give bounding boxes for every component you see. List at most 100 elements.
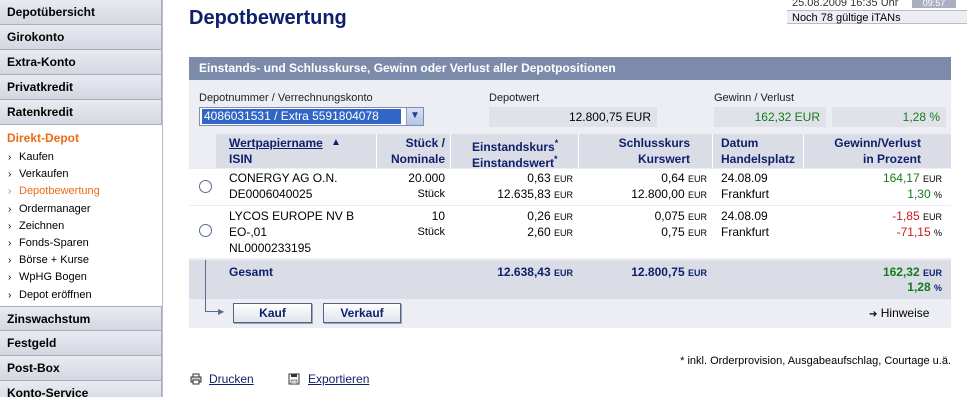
- total-label: Gesamt: [229, 265, 274, 279]
- arrow-icon: ›: [8, 237, 12, 249]
- subnav-fonds-sparen[interactable]: › Fonds-Sparen: [0, 235, 162, 252]
- itan-count: Noch 78 gültige iTANs: [787, 10, 967, 24]
- kurswert-value: 12.800,00 EUR: [631, 187, 707, 201]
- nav-ratenkredit[interactable]: Ratenkredit: [0, 100, 162, 125]
- einstandskurs-value: 0,63 EUR: [527, 171, 573, 185]
- arrow-icon: ›: [8, 169, 12, 181]
- chevron-down-icon[interactable]: ▼: [406, 108, 423, 125]
- nav-direkt-depot[interactable]: Direkt-Depot: [0, 125, 162, 149]
- depot-panel: Einstands- und Schlusskurse, Gewinn oder…: [189, 57, 951, 328]
- konto-label: Depotnummer / Verrechnungskonto: [199, 92, 373, 104]
- security-name: CONERGY AG O.N.: [229, 171, 338, 185]
- kurswert-value: 0,75 EUR: [661, 225, 707, 239]
- stueck-unit: Stück: [417, 226, 445, 238]
- subnav-label: Zeichnen: [19, 219, 65, 232]
- arrow-icon: ›: [8, 289, 12, 301]
- konto-select-value: 4086031531 / Extra 5591804078: [202, 109, 401, 124]
- gv-label: Gewinn / Verlust: [714, 92, 795, 104]
- col-handelsplatz: Handelsplatz: [721, 152, 796, 166]
- arrow-icon: ›: [8, 272, 12, 284]
- arrow-right-icon: ➔: [869, 309, 878, 320]
- subnav-label: Fonds-Sparen: [19, 236, 89, 249]
- subnav-label: Depot eröffnen: [19, 288, 92, 301]
- gv-value: 162,32 EUR: [714, 107, 826, 127]
- divider: [376, 134, 377, 168]
- col-gv-pct: in Prozent: [862, 152, 921, 166]
- handelsplatz-value: Frankfurt: [721, 225, 770, 239]
- datum-value: 24.08.09: [721, 209, 768, 223]
- session-timer: 09:57: [912, 0, 956, 8]
- sell-button[interactable]: Verkauf: [323, 303, 401, 323]
- export-link[interactable]: Exportieren: [308, 372, 369, 386]
- col-stueck: Stück /: [405, 136, 445, 150]
- depotwert-value: 12.800,75 EUR: [489, 107, 657, 127]
- security-isin: NL0000233195: [229, 241, 312, 255]
- save-icon[interactable]: [288, 373, 300, 385]
- divider: [712, 134, 713, 168]
- subnav-verkaufen[interactable]: › Verkaufen: [0, 166, 162, 183]
- einstandskurs-value: 0,26 EUR: [527, 209, 573, 223]
- subnav-ordermanager[interactable]: › Ordermanager: [0, 201, 162, 218]
- security-name-line2: EO-,01: [229, 225, 268, 239]
- row-radio[interactable]: [199, 224, 212, 237]
- arrow-icon: ›: [8, 152, 12, 163]
- security-isin: DE0006040025: [229, 187, 313, 201]
- nav-extra-konto[interactable]: Extra-Konto: [0, 50, 162, 75]
- subnav-label: Ordermanager: [19, 202, 91, 215]
- depotwert-label: Depotwert: [489, 92, 540, 104]
- subnav-label: WpHG Bogen: [19, 271, 87, 284]
- konto-select[interactable]: 4086031531 / Extra 5591804078 ▼: [199, 107, 424, 126]
- security-name: LYCOS EUROPE NV B: [229, 209, 355, 223]
- hints-link[interactable]: ➔ Hinweise: [869, 306, 929, 320]
- subnav-depot-eroeffnen[interactable]: › Depot eröffnen: [0, 287, 162, 304]
- arrow-icon: ›: [8, 220, 12, 232]
- subnav-kaufen[interactable]: › Kaufen: [0, 149, 162, 166]
- nav-privatkredit[interactable]: Privatkredit: [0, 75, 162, 100]
- gv-pct-value: -71,15 %: [896, 225, 942, 239]
- col-wertpapiername[interactable]: Wertpapiername: [229, 135, 323, 151]
- col-datum: Datum: [721, 136, 759, 150]
- row-radio[interactable]: [199, 180, 212, 193]
- col-einstandswert: Einstandswert*: [472, 154, 558, 170]
- col-kurswert: Kurswert: [637, 152, 690, 166]
- buy-button[interactable]: Kauf: [233, 303, 312, 323]
- nav-post-box[interactable]: Post-Box: [0, 355, 162, 381]
- arrow-icon: ›: [8, 203, 12, 215]
- nav-girokonto[interactable]: Girokonto: [0, 25, 162, 50]
- subnav-zeichnen[interactable]: › Zeichnen: [0, 218, 162, 235]
- stueck-value: 20.000: [408, 171, 445, 185]
- divider: [803, 134, 804, 168]
- page-title: Depotbewertung: [189, 7, 347, 29]
- gv-value: -1,85 EUR: [892, 209, 942, 223]
- total-kurswert: 12.800,75 EUR: [631, 265, 707, 279]
- footnote: * inkl. Orderprovision, Ausgabeaufschlag…: [680, 355, 951, 367]
- nav-depotuebersicht[interactable]: Depotübersicht: [0, 0, 162, 25]
- subnav-wphg-bogen[interactable]: › WpHG Bogen: [0, 269, 162, 286]
- subnav-boerse-kurse[interactable]: › Börse + Kurse: [0, 252, 162, 269]
- table-row: LYCOS EUROPE NV B EO-,01 NL0000233195 10…: [189, 206, 951, 258]
- gv-value: 164,17 EUR: [882, 171, 942, 185]
- table-row: CONERGY AG O.N. DE0006040025 20.000 Stüc…: [189, 169, 951, 205]
- stueck-value: 10: [431, 209, 445, 223]
- einstandswert-value: 2,60 EUR: [527, 225, 573, 239]
- arrow-right-icon: ▶: [218, 307, 225, 316]
- schlusskurs-value: 0,075 EUR: [654, 209, 707, 223]
- printer-icon[interactable]: [190, 373, 202, 385]
- nav-konto-service[interactable]: Konto-Service: [0, 380, 162, 397]
- col-isin: ISIN: [229, 152, 253, 166]
- total-row: Gesamt 12.638,43 EUR 12.800,75 EUR 162,3…: [189, 260, 951, 299]
- arrow-icon: ›: [8, 186, 12, 198]
- divider: [450, 134, 451, 168]
- stueck-unit: Stück: [417, 188, 445, 200]
- subnav-depotbewertung[interactable]: › Depotbewertung: [0, 183, 162, 200]
- session-datetime: 25.08.2009 16:35 Uhr: [792, 0, 899, 9]
- nav-zinswachstum[interactable]: Zinswachstum: [0, 305, 162, 331]
- selection-bracket: [205, 260, 206, 312]
- einstandswert-value: 12.635,83 EUR: [497, 187, 573, 201]
- col-nominale: Nominale: [390, 152, 445, 166]
- col-schlusskurs: Schlusskurs: [618, 136, 690, 150]
- sort-up-icon[interactable]: ▲: [331, 135, 341, 151]
- gv-percent: 1,28 %: [832, 107, 946, 127]
- nav-festgeld[interactable]: Festgeld: [0, 330, 162, 356]
- print-link[interactable]: Drucken: [209, 372, 254, 386]
